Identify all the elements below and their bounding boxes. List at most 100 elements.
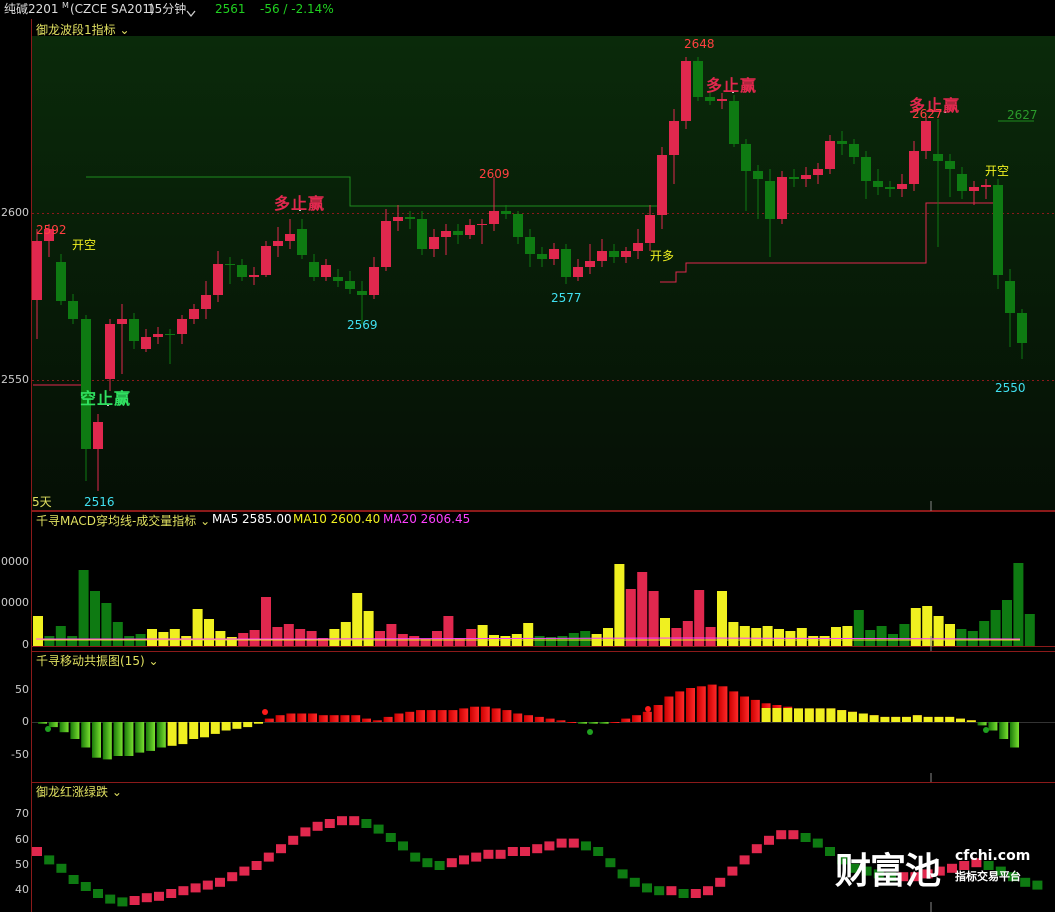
signal-short-take-profit: 空止赢 [80, 389, 132, 408]
volume-bar [933, 616, 944, 646]
candle-body [321, 265, 331, 277]
volume-chart[interactable] [0, 511, 1055, 651]
trend-block [507, 847, 518, 856]
resonance-bar [999, 722, 1009, 739]
candle-body [789, 177, 799, 179]
indicator-title-trend[interactable]: 御龙红涨绿跌 ⌄ [36, 783, 122, 800]
resonance-bar [502, 710, 512, 722]
signal-marker [45, 726, 51, 732]
resonance-bar [513, 713, 523, 722]
volume-bar [637, 572, 648, 646]
volume-bar [831, 627, 841, 646]
chevron-down-icon[interactable]: ⌄ [148, 654, 158, 668]
price-label-2648: 2648 [684, 37, 715, 51]
resonance-bar-overlay [815, 708, 825, 722]
trend-block [715, 877, 726, 887]
candle-body [573, 267, 583, 277]
candle-body [957, 174, 967, 191]
trend-block [141, 893, 152, 903]
resonance-bar [38, 722, 47, 724]
volume-bar [226, 637, 237, 646]
trend-block [227, 872, 238, 882]
candle-body [32, 241, 42, 300]
candlestick-panel[interactable]: 御龙波段1指标 ⌄ 2600 2550 5天 2592 开空 空止赢 2516 … [0, 19, 1055, 511]
candle-body [489, 211, 499, 224]
chevron-down-icon[interactable]: ⌄ [200, 514, 210, 528]
resonance-bar [491, 708, 501, 722]
volume-bar [762, 626, 773, 646]
price-label-2516: 2516 [84, 495, 115, 509]
resonance-bar-overlay [912, 715, 922, 722]
candle-body [453, 231, 463, 235]
price-label-2627: 2627 [912, 107, 943, 121]
volume-bar [705, 627, 716, 646]
resonance-bar [696, 686, 706, 722]
volume-bar [295, 629, 306, 646]
candle-body [297, 229, 307, 255]
y-label-2550: 2550 [1, 373, 29, 386]
candlestick-chart[interactable] [0, 19, 1055, 511]
candle-body [357, 291, 367, 295]
resonance-bar-overlay [966, 720, 976, 722]
volume-panel[interactable]: 千寻MACD穿均线-成交量指标 ⌄ MA5 2585.00 MA10 2600.… [0, 511, 1055, 651]
trend-block [300, 827, 311, 837]
candle-body [309, 262, 319, 277]
trend-block [751, 844, 762, 854]
volume-bar [454, 638, 465, 646]
resonance-bar [178, 722, 188, 745]
volume-bar [842, 626, 853, 646]
candle-body [561, 249, 571, 277]
candle-body [669, 121, 679, 155]
resonance-bar [437, 710, 447, 722]
volume-bar [33, 616, 43, 646]
trend-block [434, 861, 445, 870]
candle-body [285, 234, 295, 241]
candle-body [201, 295, 211, 309]
resonance-bar [534, 716, 544, 722]
candle [777, 171, 787, 224]
period-selector[interactable]: 15分钟 [147, 0, 186, 19]
indicator-title-macd-volume[interactable]: 千寻MACD穿均线-成交量指标 ⌄ [36, 512, 210, 529]
candle-body [909, 151, 919, 184]
price-label-2577: 2577 [551, 291, 582, 305]
volume-bar [67, 636, 78, 646]
indicator-title-resonance[interactable]: 千寻移动共振图(15) ⌄ [36, 652, 159, 669]
ma5-value: MA5 2585.00 [212, 512, 292, 526]
resonance-bar [545, 718, 555, 722]
volume-bar [876, 626, 887, 646]
signal-marker [645, 706, 651, 712]
trend-block [93, 889, 103, 898]
signal-marker [262, 709, 268, 715]
resonance-bar [405, 711, 415, 722]
trend-block [446, 858, 457, 868]
trend-block [337, 816, 347, 826]
symbol-name[interactable]: 纯碱2201 [4, 0, 59, 19]
trend-block [80, 882, 91, 891]
resonance-bar-overlay [923, 716, 933, 722]
volume-bar [272, 627, 283, 646]
volume-bar [283, 624, 294, 646]
trend-block [44, 855, 55, 865]
chevron-down-icon[interactable]: ⌄ [119, 23, 129, 37]
resonance-bar [156, 722, 166, 748]
resonance-bar [426, 710, 436, 722]
candle-body [825, 141, 835, 169]
resonance-bar [124, 722, 134, 756]
candle-body [705, 97, 715, 101]
trend-block [166, 889, 177, 898]
volume-bar [55, 626, 66, 646]
trend-block [251, 861, 262, 870]
volume-bar [728, 622, 739, 646]
trend-block [422, 858, 433, 868]
price-label-2627-right: 2627 [1007, 108, 1038, 122]
volume-bar [808, 636, 819, 646]
chevron-down-icon[interactable]: ⌄ [112, 785, 122, 799]
trend-block [483, 849, 494, 859]
candle-body [597, 251, 607, 261]
resonance-panel[interactable]: 千寻移动共振图(15) ⌄ 50 0 -50 [0, 651, 1055, 782]
indicator-title-band[interactable]: 御龙波段1指标 ⌄ [36, 21, 130, 38]
resonance-bar-overlay [826, 708, 836, 722]
volume-bar [386, 624, 397, 646]
candle-body [273, 241, 283, 246]
resonance-chart[interactable] [0, 651, 1055, 782]
